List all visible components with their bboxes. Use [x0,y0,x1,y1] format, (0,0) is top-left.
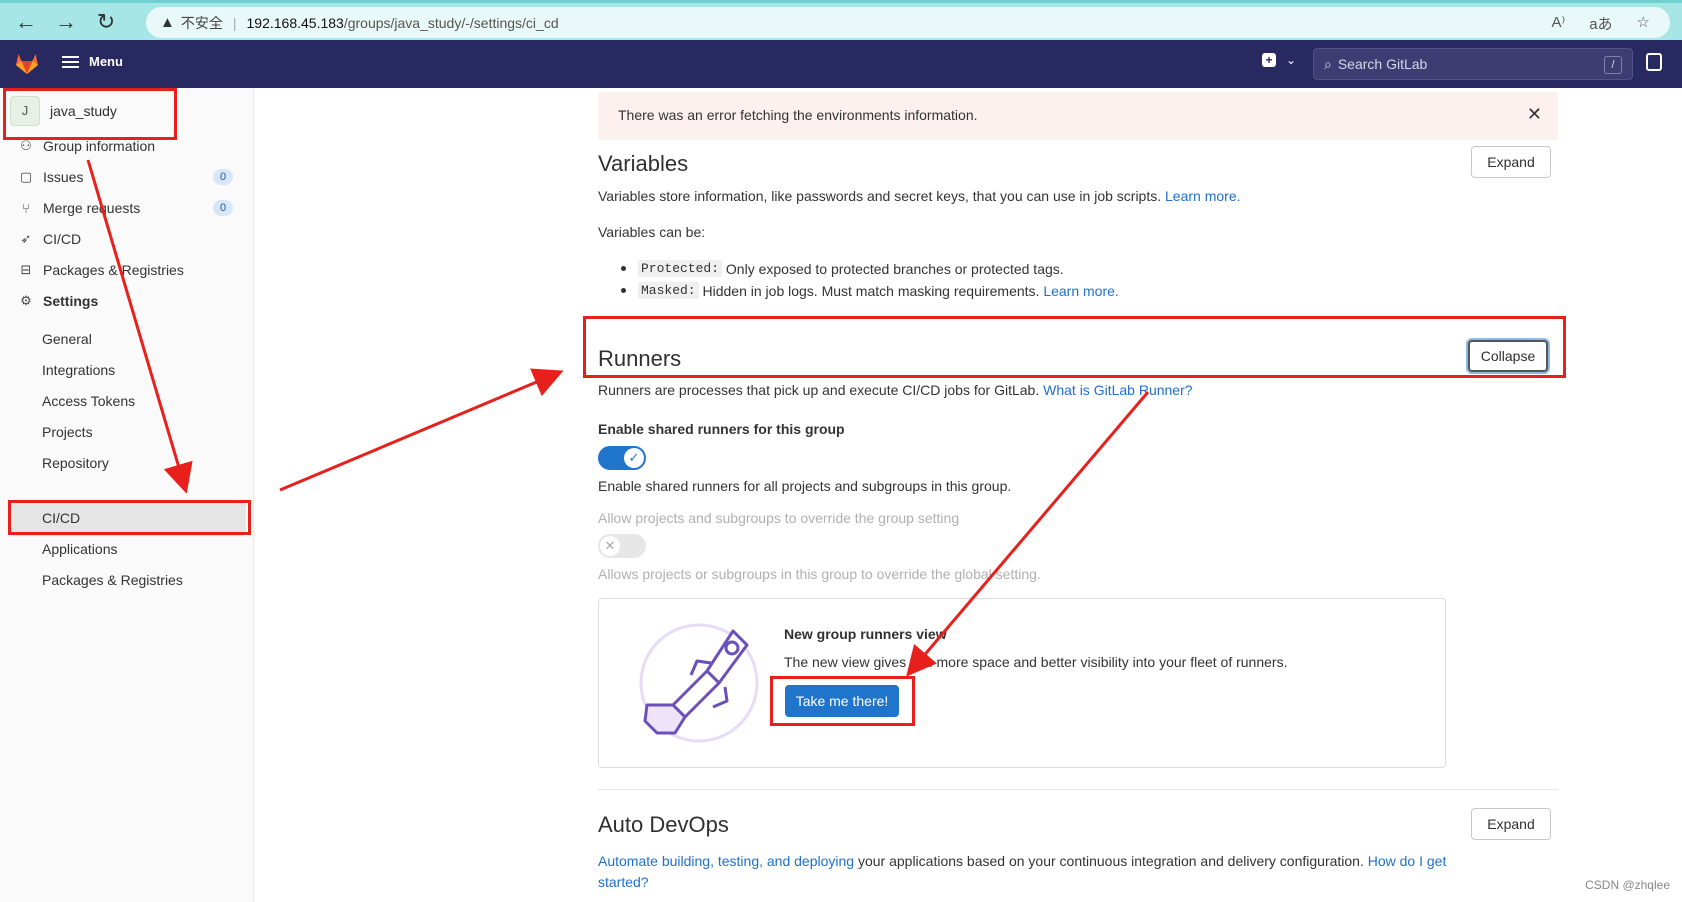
annotation-arrow-3 [906,391,1150,677]
annotation-arrow-2 [279,368,564,492]
watermark: CSDN @zhqlee [1585,878,1670,892]
annotation-arrow-1 [86,159,193,494]
annotation-arrows [86,159,1150,677]
